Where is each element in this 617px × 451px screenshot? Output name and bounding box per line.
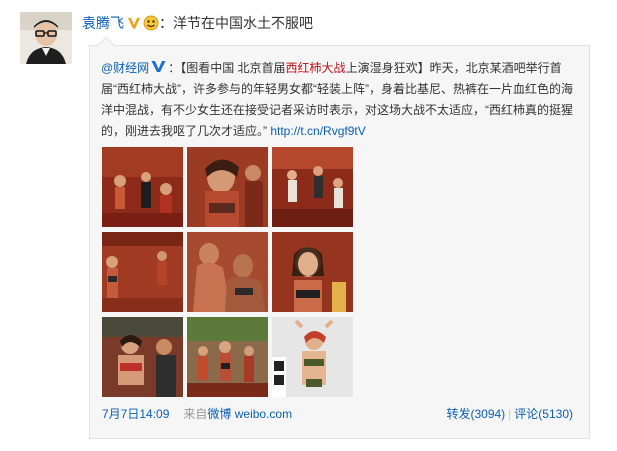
photo-3[interactable]	[272, 147, 353, 227]
source-prefix: 来自	[183, 407, 208, 421]
repost-meta: 7月7日14:09 来自微博 weibo.com	[102, 405, 292, 422]
action-divider: |	[508, 407, 512, 421]
repost-count-link[interactable]: 转发(3094)	[446, 407, 505, 421]
emoji-face-icon	[143, 15, 159, 31]
avatar[interactable]	[20, 12, 72, 64]
repost-box: @财经网 ：【图看中国 北京首届西红柿大战上演湿身狂欢】昨天，北京某酒吧举行首届“…	[89, 36, 590, 439]
photo-6[interactable]	[272, 232, 353, 312]
repost-short-link[interactable]: http://t.cn/Rvgf9tV	[270, 124, 365, 138]
repost-text: @财经网 ：【图看中国 北京首届西红柿大战上演湿身狂欢】昨天，北京某酒吧举行首届“…	[101, 58, 577, 142]
verified-blue-v-icon[interactable]	[151, 59, 166, 72]
repost-author[interactable]: @财经网	[101, 61, 149, 75]
repost-highlight-link[interactable]: 西红柿大战	[286, 61, 346, 75]
photo-9[interactable]	[272, 317, 353, 397]
photo-5[interactable]	[187, 232, 268, 312]
repost-colon: ：	[168, 61, 181, 75]
photo-7[interactable]	[102, 317, 183, 397]
repost-title-open: 【图看中国 北京首届	[180, 61, 286, 75]
author-name[interactable]: 袁腾飞	[82, 13, 124, 33]
repost-arrow	[97, 36, 115, 54]
repost-title-close: 上演湿身狂欢】	[345, 61, 430, 75]
verified-v-icon[interactable]	[127, 16, 141, 30]
post-text: ：洋节在中国水土不服吧	[159, 15, 313, 31]
source-link[interactable]: 微博 weibo.com	[207, 407, 292, 421]
photo-2[interactable]	[187, 147, 268, 227]
post-time-link[interactable]: 7月7日14:09	[102, 407, 169, 421]
post-text-content: 洋节在中国水土不服吧	[173, 15, 313, 31]
photo-1[interactable]	[102, 147, 183, 227]
repost-actions: 转发(3094) | 评论(5130)	[446, 405, 573, 422]
comment-count-link[interactable]: 评论(5130)	[514, 407, 573, 421]
photo-4[interactable]	[102, 232, 183, 312]
post-header: 袁腾飞 ：洋节在中国水土不服吧	[82, 13, 313, 33]
photo-8[interactable]	[187, 317, 268, 397]
